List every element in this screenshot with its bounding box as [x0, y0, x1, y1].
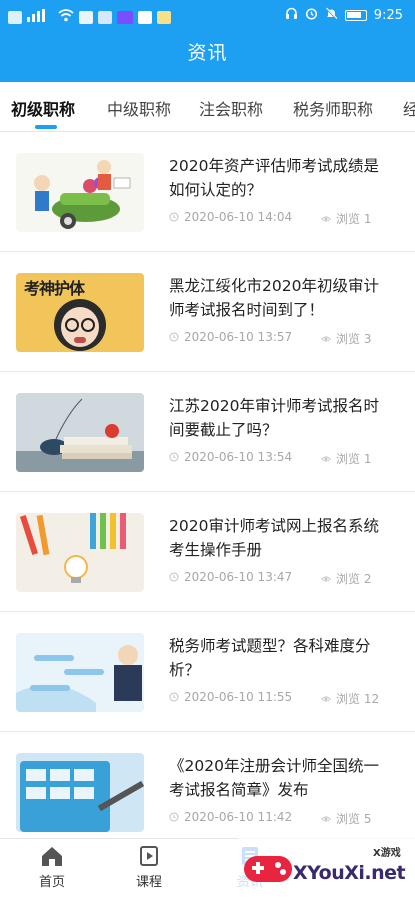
- nav-course-label: 课程: [135, 875, 162, 890]
- tab-economist[interactable]: 经: [403, 96, 415, 120]
- watermark: X游戏 XYouXi.net: [238, 836, 415, 900]
- tab-cpa[interactable]: 注会职称: [199, 96, 263, 120]
- wifi-icon: [58, 9, 74, 25]
- clock-icon: [169, 572, 179, 582]
- news-title: 2020审计师考试网上报名系统考生操作手册: [169, 517, 379, 559]
- news-time: 2020-06-10 13:54: [184, 450, 293, 464]
- status-bar: 9:25: [0, 0, 415, 32]
- active-tab-indicator: [35, 125, 57, 129]
- news-title: 黑龙江绥化市2020年初级审计师考试报名时间到了！: [169, 277, 379, 319]
- hd-icon: [8, 10, 22, 24]
- gamepad-logo-icon: [244, 856, 292, 882]
- page-title: 资讯: [187, 42, 228, 64]
- eye-icon: [321, 696, 331, 701]
- news-thumbnail: [16, 153, 144, 232]
- news-title: 《2020年注册会计师全国统一考试报名简章》发布: [169, 757, 379, 799]
- thumbnail-caption: 考神护体: [24, 279, 85, 298]
- tab-tax-advisor[interactable]: 税务师职称: [293, 96, 373, 120]
- clock-icon: [169, 692, 179, 702]
- watermark-sub: X游戏: [373, 848, 401, 859]
- eye-icon: [321, 576, 331, 581]
- news-item[interactable]: 2020年资产评估师考试成绩是如何认定的？ 2020-06-10 14:04 浏…: [0, 132, 415, 252]
- clock-icon: [169, 332, 179, 342]
- status-left-icons: [8, 9, 171, 25]
- news-thumbnail: [16, 633, 144, 712]
- news-item[interactable]: 2020审计师考试网上报名系统考生操作手册 2020-06-10 13:47 浏…: [0, 492, 415, 612]
- nav-course[interactable]: 课程: [119, 845, 179, 890]
- nav-home[interactable]: 首页: [22, 845, 82, 890]
- eye-icon: [321, 816, 331, 821]
- home-icon: [42, 847, 62, 866]
- app-notification-icon: [157, 10, 171, 24]
- signal-icon: [27, 9, 53, 25]
- status-right-icons: 9:25: [285, 7, 403, 24]
- watermark-text: XYouXi.net: [293, 862, 406, 884]
- app-header: 9:25 资讯: [0, 0, 415, 82]
- news-views: 浏览 1: [336, 212, 372, 226]
- news-item[interactable]: 税务师考试题型？各科难度分析？ 2020-06-10 11:55 浏览 12: [0, 612, 415, 732]
- app-notification-icon: [117, 10, 133, 24]
- app-notification-icon: [98, 10, 112, 24]
- news-item[interactable]: 江苏2020年审计师考试报名时间要截止了吗？ 2020-06-10 13:54 …: [0, 372, 415, 492]
- category-tabs: 初级职称 中级职称 注会职称 税务师职称 经: [0, 82, 415, 132]
- news-time: 2020-06-10 13:57: [184, 330, 293, 344]
- news-thumbnail: [16, 513, 144, 592]
- news-views: 浏览 2: [336, 572, 372, 586]
- mute-icon: [325, 7, 338, 24]
- nav-home-label: 首页: [38, 875, 65, 890]
- alarm-icon: [305, 7, 318, 24]
- eye-icon: [321, 216, 331, 221]
- news-time: 2020-06-10 11:55: [184, 690, 293, 704]
- news-thumbnail: [16, 753, 144, 832]
- clock-icon: [169, 452, 179, 462]
- news-item[interactable]: 《2020年注册会计师全国统一考试报名简章》发布 2020-06-10 11:4…: [0, 732, 415, 852]
- news-title: 江苏2020年审计师考试报名时间要截止了吗？: [169, 397, 379, 439]
- clock-icon: [169, 812, 179, 822]
- course-icon: [140, 846, 158, 866]
- news-time: 2020-06-10 13:47: [184, 570, 293, 584]
- news-time: 2020-06-10 11:42: [184, 810, 293, 824]
- news-thumbnail: 考神护体: [16, 273, 144, 352]
- news-views: 浏览 1: [336, 452, 372, 466]
- news-title: 2020年资产评估师考试成绩是如何认定的？: [169, 157, 379, 199]
- app-notification-icon: [79, 10, 93, 24]
- eye-icon: [321, 456, 331, 461]
- tab-intermediate[interactable]: 中级职称: [107, 96, 171, 120]
- tab-junior[interactable]: 初级职称: [11, 96, 75, 120]
- news-views: 浏览 12: [336, 692, 380, 706]
- clock-icon: [169, 212, 179, 222]
- status-time: 9:25: [373, 8, 403, 23]
- news-views: 浏览 5: [336, 812, 372, 826]
- news-item[interactable]: 考神护体 黑龙江绥化市2020年初级审计师考试报名时间到了！ 2020-06-1…: [0, 252, 415, 372]
- battery-icon: [344, 10, 367, 21]
- news-time: 2020-06-10 14:04: [184, 210, 293, 224]
- app-notification-icon: [138, 10, 152, 24]
- eye-icon: [321, 336, 331, 341]
- headset-icon: [285, 7, 298, 24]
- news-views: 浏览 3: [336, 332, 372, 346]
- news-title: 税务师考试题型？各科难度分析？: [169, 637, 371, 679]
- news-thumbnail: [16, 393, 144, 472]
